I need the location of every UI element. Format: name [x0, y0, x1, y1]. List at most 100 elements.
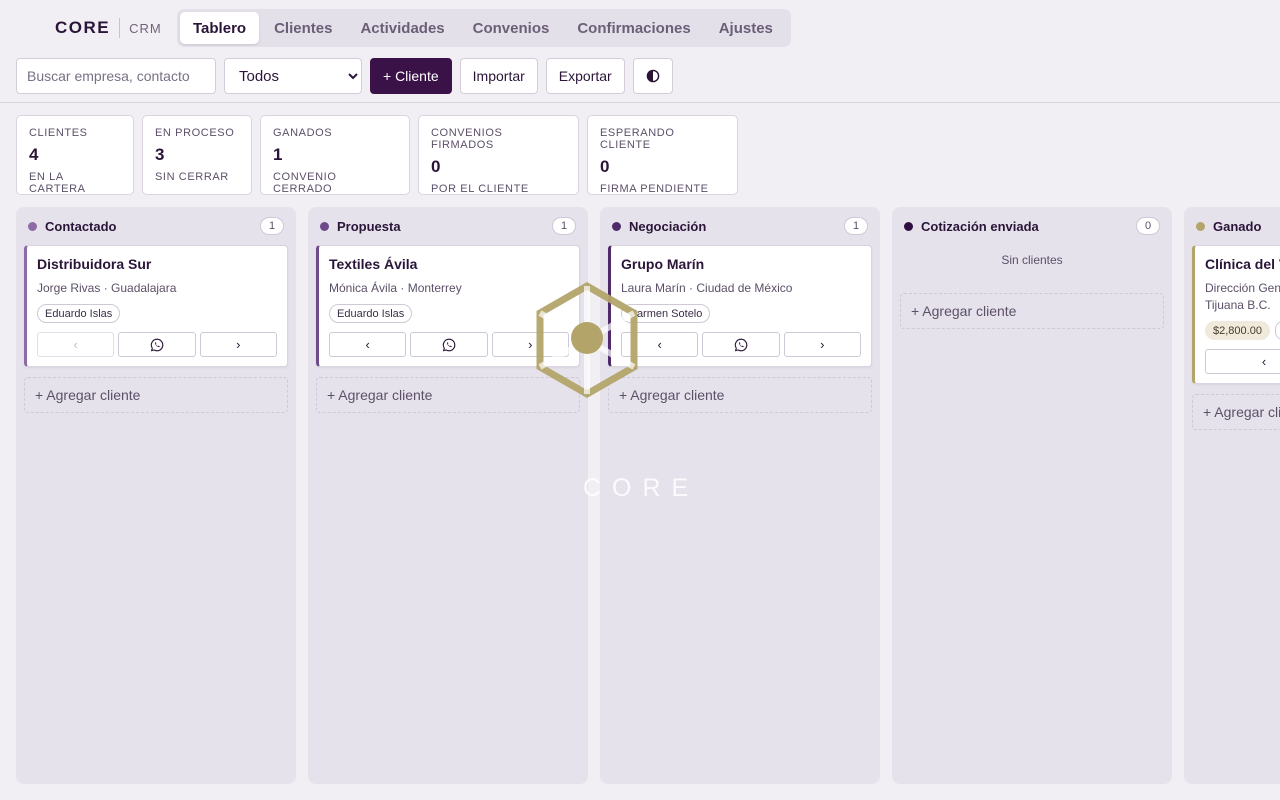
- card-tags: Carmen Sotelo: [621, 304, 861, 323]
- stat-value: 1: [273, 145, 283, 164]
- owner-tag: [1274, 321, 1280, 340]
- client-contact-location: Laura Marín · Ciudad de México: [621, 281, 793, 295]
- tab-clientes[interactable]: Clientes: [261, 12, 345, 44]
- column-negociacion: Negociación 1 Grupo Marín Laura Marín · …: [600, 207, 880, 784]
- client-contact: Dirección Gen: [1205, 281, 1280, 295]
- client-name: Textiles Ávila: [329, 256, 418, 272]
- brand-divider: [119, 18, 121, 38]
- card-actions: ‹ ›: [329, 332, 569, 357]
- stat-card-en-proceso: EN PROCESO 3 SIN CERRAR: [142, 115, 252, 195]
- toolbar: Todos + Cliente Importar Exportar: [16, 58, 681, 94]
- client-card[interactable]: Grupo Marín Laura Marín · Ciudad de Méxi…: [608, 245, 872, 367]
- whatsapp-icon: [734, 338, 748, 351]
- status-dot: [1196, 221, 1205, 231]
- column-contactado: Contactado 1 Distribuidora Sur Jorge Riv…: [16, 207, 296, 784]
- main-nav-tabs: Tablero Clientes Actividades Convenios C…: [177, 9, 791, 47]
- column-cotizacion-enviada: Cotización enviada 0 Sin clientes + Agre…: [892, 207, 1172, 784]
- owner-tag: Eduardo Islas: [37, 304, 121, 323]
- export-button[interactable]: Exportar: [545, 58, 625, 94]
- stat-label: EN PROCESO: [155, 127, 235, 139]
- tab-tablero[interactable]: Tablero: [180, 12, 260, 44]
- client-name: Distribuidora Sur: [37, 256, 152, 272]
- column-header: Propuesta 1: [316, 215, 580, 237]
- column-header: Cotización enviada 0: [900, 215, 1164, 237]
- card-tags: Eduardo Islas: [329, 304, 569, 323]
- client-name: Clínica del V: [1205, 256, 1280, 272]
- whatsapp-button[interactable]: [118, 332, 196, 357]
- brand-name: CORE: [55, 18, 111, 37]
- card-tags: Eduardo Islas: [37, 304, 277, 323]
- status-filter-select[interactable]: Todos: [224, 58, 362, 94]
- search-input[interactable]: [16, 58, 216, 94]
- stat-label: CONVENIOS FIRMADOS: [431, 127, 503, 151]
- brand-product: CRM: [129, 20, 162, 36]
- whatsapp-button[interactable]: [702, 332, 780, 357]
- move-next-button[interactable]: ›: [783, 332, 861, 357]
- whatsapp-button[interactable]: [410, 332, 488, 357]
- column-title: Cotización enviada: [921, 218, 1039, 234]
- stat-card-convenios-firmados: CONVENIOS FIRMADOS 0 POR EL CLIENTE: [418, 115, 579, 195]
- tab-actividades[interactable]: Actividades: [347, 12, 457, 44]
- tab-convenios[interactable]: Convenios: [460, 12, 563, 44]
- client-card[interactable]: Clínica del V Dirección Gen Tijuana B.C.…: [1192, 245, 1280, 384]
- move-next-button[interactable]: ›: [491, 332, 569, 357]
- stat-caption: EN LA CARTERA: [29, 171, 86, 195]
- column-count-badge: 1: [260, 217, 284, 235]
- whatsapp-icon: [150, 338, 164, 351]
- add-client-to-column-button[interactable]: + Agregar cliente: [316, 377, 580, 413]
- column-header: Contactado 1: [24, 215, 288, 237]
- add-client-button[interactable]: + Cliente: [370, 58, 452, 94]
- deal-amount-tag: $2,800.00: [1205, 321, 1270, 340]
- stat-caption: SIN CERRAR: [155, 171, 229, 183]
- empty-column-message: Sin clientes: [1001, 253, 1063, 267]
- stat-label: ESPERANDO CLIENTE: [600, 127, 675, 151]
- column-title: Negociación: [629, 218, 707, 234]
- add-client-to-column-button[interactable]: + Agregar cliente: [24, 377, 288, 413]
- tab-confirmaciones[interactable]: Confirmaciones: [564, 12, 703, 44]
- move-prev-button[interactable]: ‹: [329, 332, 407, 357]
- move-prev-button[interactable]: ‹: [37, 332, 115, 357]
- client-contact-location: Jorge Rivas · Guadalajara: [37, 281, 177, 295]
- stat-caption: CONVENIO CERRADO: [273, 171, 337, 195]
- card-actions: ‹: [1205, 349, 1280, 374]
- stat-card-ganados: GANADOS 1 CONVENIO CERRADO: [260, 115, 410, 195]
- column-header: Ganado: [1192, 215, 1280, 237]
- column-propuesta: Propuesta 1 Textiles Ávila Mónica Ávila …: [308, 207, 588, 784]
- import-button[interactable]: Importar: [459, 58, 538, 94]
- stat-value: 0: [431, 157, 441, 176]
- stat-value: 0: [600, 157, 610, 176]
- add-client-to-column-button[interactable]: + Agregar cliente: [1192, 394, 1280, 430]
- status-dot: [612, 221, 621, 231]
- column-title: Ganado: [1213, 218, 1262, 234]
- column-title: Contactado: [45, 218, 117, 234]
- column-count-badge: 0: [1136, 217, 1160, 235]
- add-client-to-column-button[interactable]: + Agregar cliente: [608, 377, 872, 413]
- stat-value: 4: [29, 145, 39, 164]
- client-card[interactable]: Textiles Ávila Mónica Ávila · Monterrey …: [316, 245, 580, 367]
- column-header: Negociación 1: [608, 215, 872, 237]
- brand-logo[interactable]: CORE CRM: [55, 18, 162, 38]
- status-dot: [320, 221, 329, 231]
- column-count-badge: 1: [552, 217, 576, 235]
- card-actions: ‹ ›: [621, 332, 861, 357]
- move-prev-button[interactable]: ‹: [621, 332, 699, 357]
- tab-ajustes[interactable]: Ajustes: [706, 12, 786, 44]
- stat-card-clientes: CLIENTES 4 EN LA CARTERA: [16, 115, 134, 195]
- stat-label: CLIENTES: [29, 127, 88, 139]
- status-dot: [904, 221, 913, 231]
- move-prev-button[interactable]: ‹: [1205, 349, 1280, 374]
- theme-toggle-button[interactable]: [632, 58, 673, 94]
- stat-caption: POR EL CLIENTE: [431, 183, 529, 195]
- card-tags: $2,800.00: [1205, 321, 1280, 340]
- owner-tag: Eduardo Islas: [329, 304, 413, 323]
- contrast-icon: [646, 69, 660, 83]
- column-ganado: Ganado Clínica del V Dirección Gen Tijua…: [1184, 207, 1280, 784]
- move-next-button[interactable]: ›: [199, 332, 277, 357]
- stat-card-esperando-cliente: ESPERANDO CLIENTE 0 FIRMA PENDIENTE: [587, 115, 738, 195]
- add-client-to-column-button[interactable]: + Agregar cliente: [900, 293, 1164, 329]
- stat-caption: FIRMA PENDIENTE: [600, 183, 709, 195]
- client-card[interactable]: Distribuidora Sur Jorge Rivas · Guadalaj…: [24, 245, 288, 367]
- stat-value: 3: [155, 145, 165, 164]
- owner-tag: Carmen Sotelo: [621, 304, 711, 323]
- whatsapp-icon: [442, 338, 456, 351]
